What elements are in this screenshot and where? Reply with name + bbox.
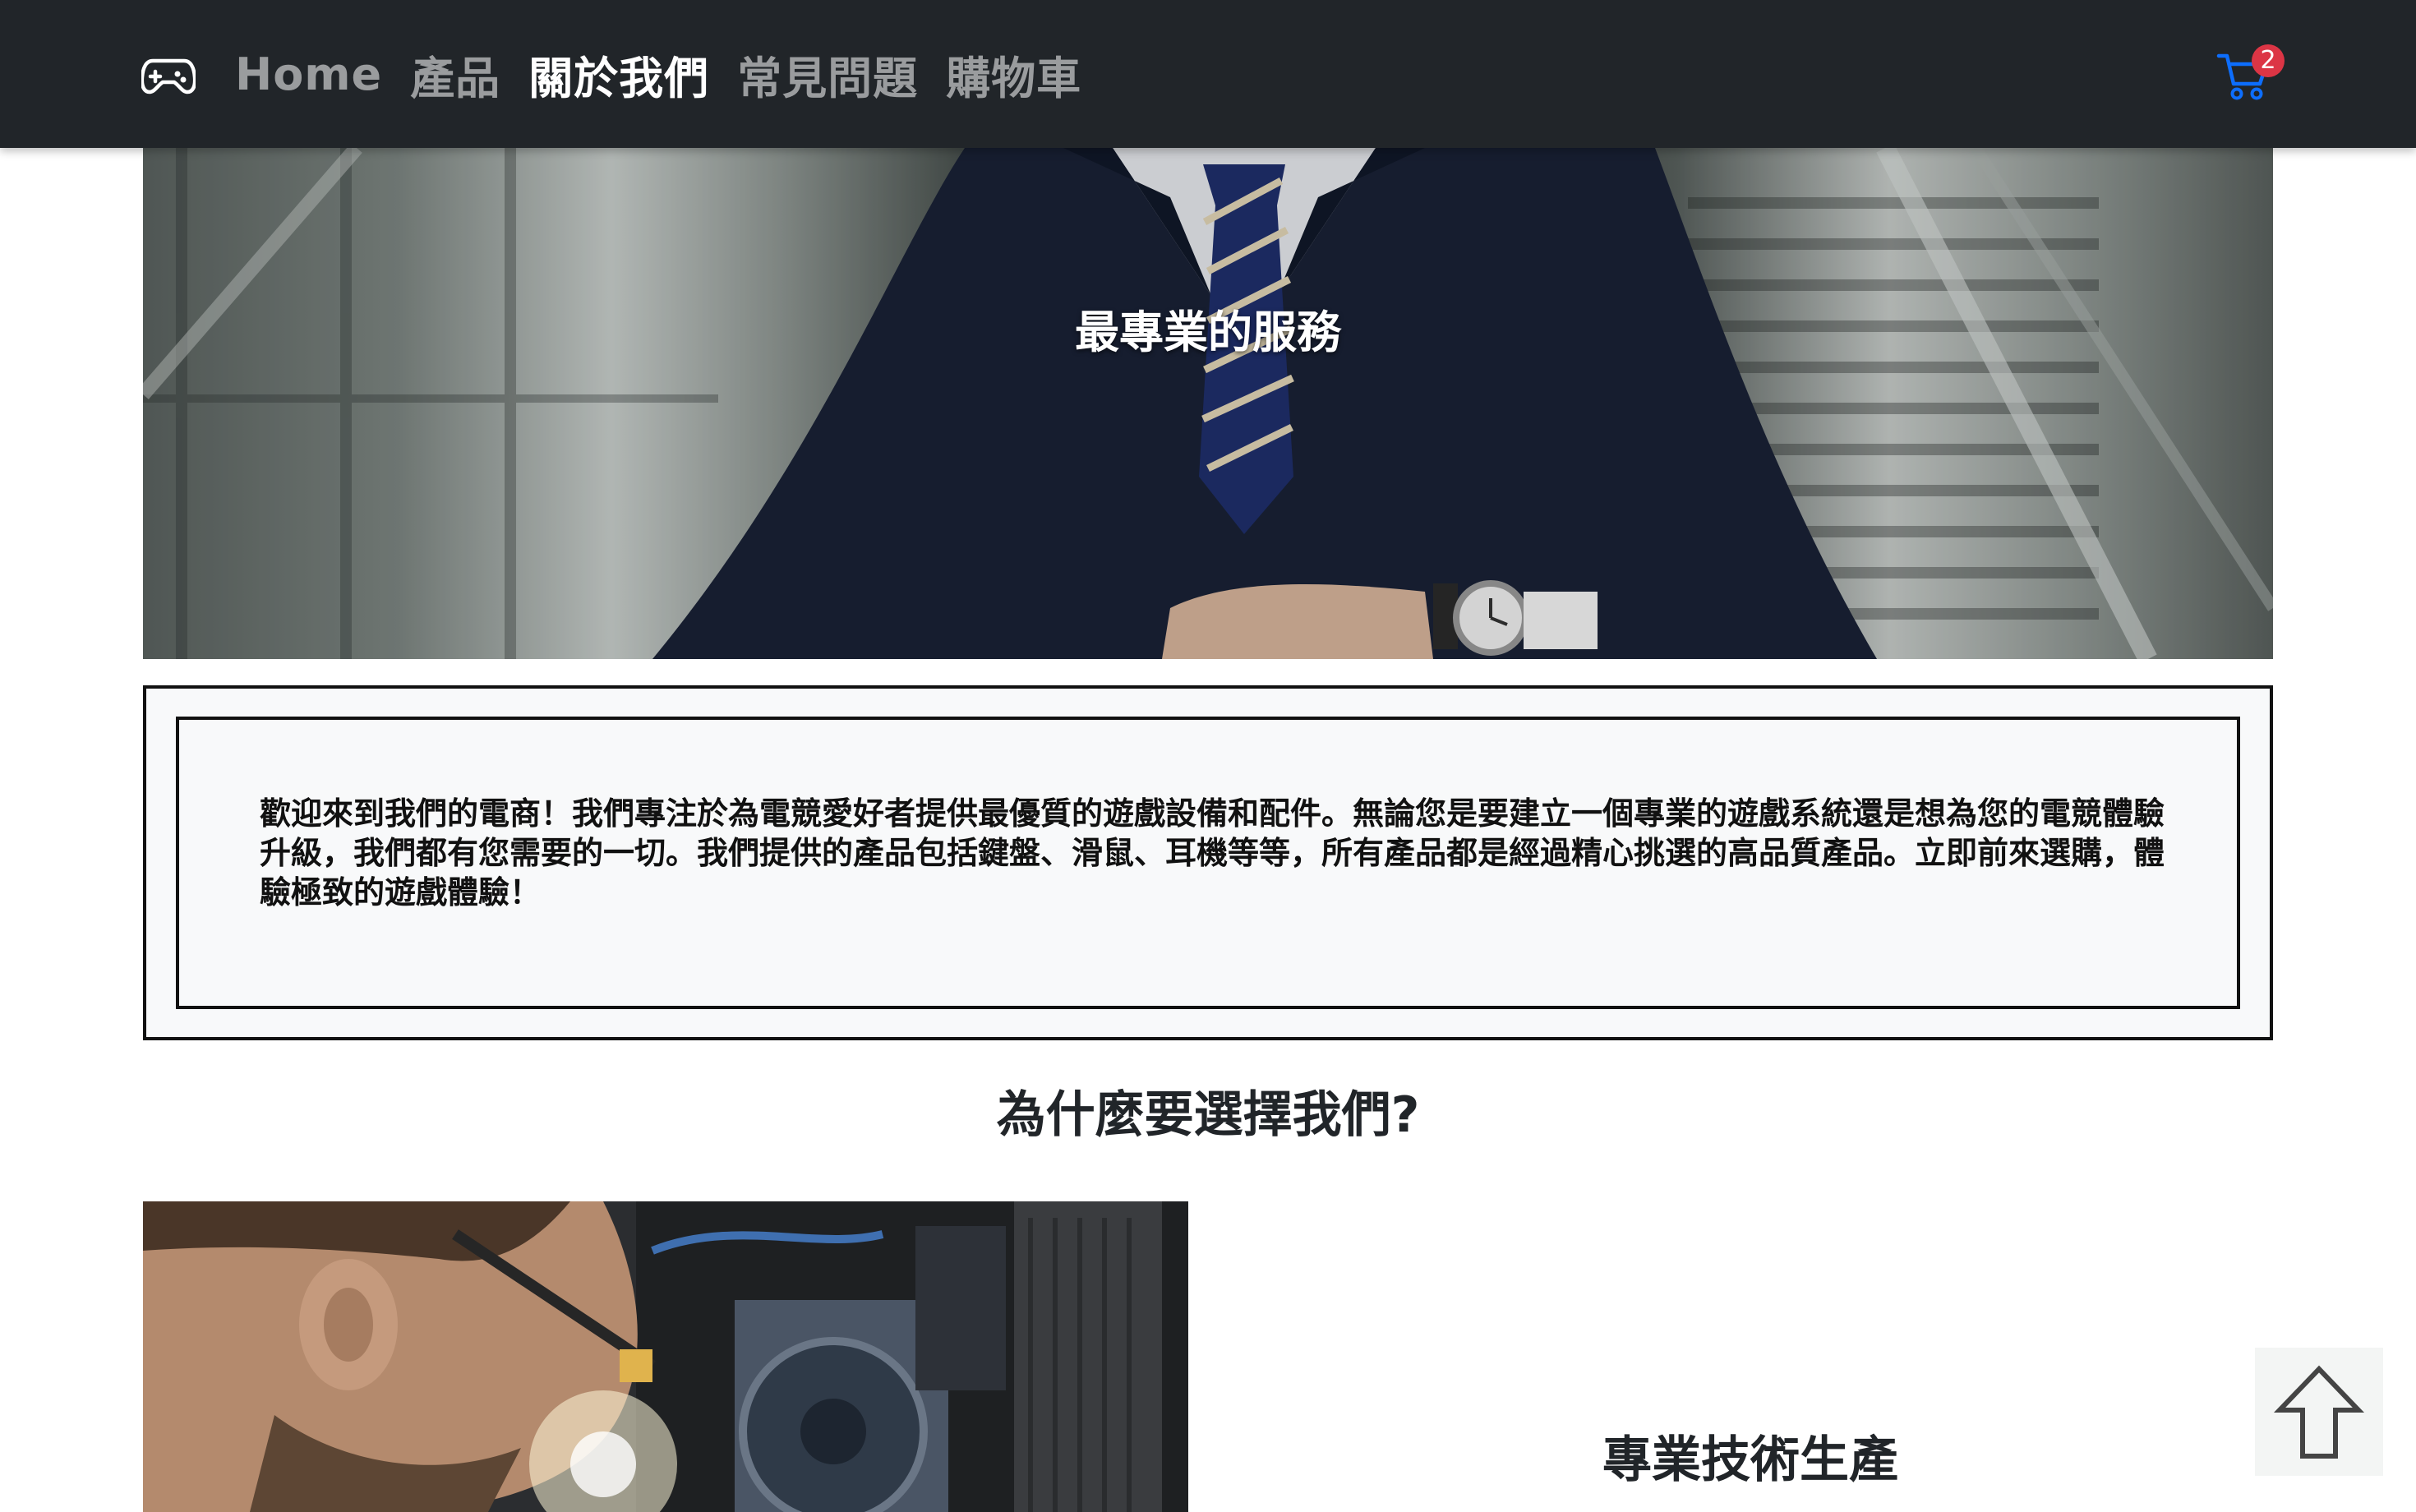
feature-title: 專業技術生產	[1602, 1431, 1898, 1489]
nav-link-faq[interactable]: 常見問題	[737, 42, 918, 107]
technician-image	[143, 1201, 1188, 1512]
businessman-image	[143, 148, 2273, 659]
back-to-top-button[interactable]	[2255, 1348, 2383, 1476]
cart-count-badge: 2	[2252, 44, 2285, 77]
intro-box: 歡迎來到我們的電商！我們專注於為電競愛好者提供最優質的遊戲設備和配件。無論您是要…	[143, 685, 2273, 1040]
gamepad-icon[interactable]	[140, 49, 197, 99]
why-choose-us-heading: 為什麼要選擇我們?	[996, 1086, 1420, 1144]
nav-link-cart[interactable]: 購物車	[946, 42, 1081, 107]
hero-banner: 最專業的服務	[143, 148, 2273, 659]
hero-title: 最專業的服務	[1075, 307, 1341, 358]
navbar: Home 產品 關於我們 常見問題 購物車 2	[0, 0, 2416, 148]
intro-inner-box: 歡迎來到我們的電商！我們專注於為電競愛好者提供最優質的遊戲設備和配件。無論您是要…	[176, 717, 2240, 1009]
nav-link-products[interactable]: 產品	[410, 42, 500, 107]
intro-text: 歡迎來到我們的電商！我們專注於為電競愛好者提供最優質的遊戲設備和配件。無論您是要…	[260, 795, 2165, 910]
nav-link-about[interactable]: 關於我們	[528, 42, 709, 107]
nav-link-home[interactable]: Home	[235, 48, 382, 100]
arrow-up-icon	[2273, 1365, 2365, 1459]
cart-button[interactable]: 2	[2215, 44, 2285, 107]
nav-links: Home 產品 關於我們 常見問題 購物車	[235, 0, 1109, 148]
